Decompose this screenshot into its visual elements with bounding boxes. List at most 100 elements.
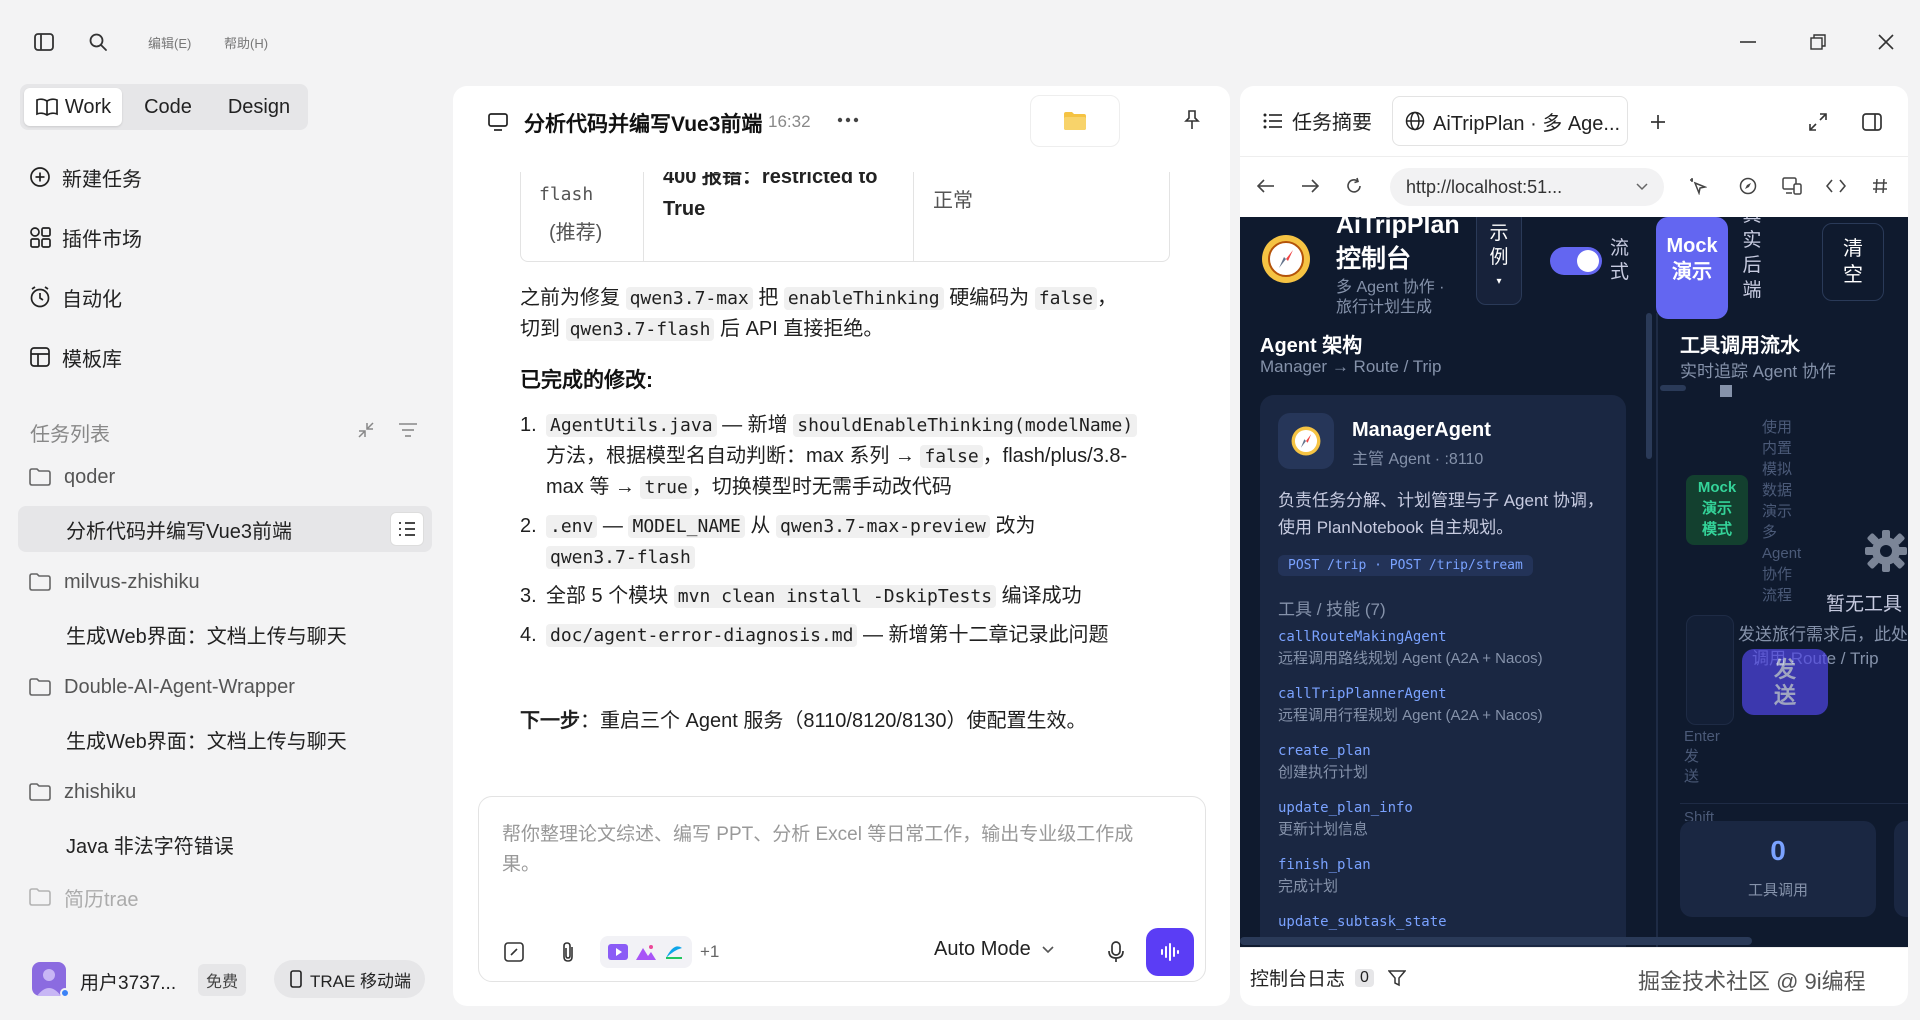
note-line: 协作 xyxy=(1762,566,1793,583)
nav-plugin-market[interactable]: 插件市场 xyxy=(28,222,142,252)
folder-resume-trae[interactable]: 简历trae xyxy=(28,882,138,912)
mode-work[interactable]: Work xyxy=(24,88,122,126)
device-icon[interactable] xyxy=(1780,174,1804,198)
mode-design[interactable]: Design xyxy=(214,88,304,126)
real-char: 实 xyxy=(1742,230,1762,251)
toggle-sidebar-icon[interactable] xyxy=(32,30,56,54)
skill-desc: 远程调用路线规划 Agent (A2A + Nacos) xyxy=(1278,650,1543,667)
text: 从 xyxy=(744,515,776,537)
split-view-icon[interactable] xyxy=(1860,110,1884,134)
book-icon xyxy=(35,95,59,119)
tool-stream-title: 工具调用流水 xyxy=(1680,335,1800,357)
new-tab-icon[interactable] xyxy=(1646,110,1670,134)
pin-icon[interactable] xyxy=(1180,108,1204,132)
folder-double-ai[interactable]: Double-AI-Agent-Wrapper xyxy=(28,672,295,702)
cursor-select-icon[interactable] xyxy=(1686,174,1710,198)
mode-select[interactable]: Auto Mode xyxy=(934,938,1055,961)
folder-zhishiku[interactable]: zhishiku xyxy=(28,777,136,807)
attach-icon[interactable] xyxy=(556,940,580,964)
folder-label: zhishiku xyxy=(64,780,137,803)
folder-qoder[interactable]: qoder xyxy=(28,462,115,492)
back-icon[interactable] xyxy=(1254,174,1278,198)
close-icon[interactable] xyxy=(1874,30,1898,54)
tab-page[interactable]: AiTripPlan · 多 Age... xyxy=(1392,96,1628,146)
table-divider xyxy=(913,172,914,261)
user-name[interactable]: 用户3737... xyxy=(80,968,176,995)
next-step: 下一步：重启三个 Agent 服务（8110/8120/8130）使配置生效。 xyxy=(520,706,1180,736)
task-item[interactable]: 生成Web界面：文档上传与聊天 xyxy=(66,619,347,649)
task-list-title: 任务列表 xyxy=(30,424,110,446)
compass-icon[interactable] xyxy=(1736,174,1760,198)
list-item: 2. .env — MODEL_NAME 从 qwen3.7-max-previ… xyxy=(520,511,1160,573)
folder-icon xyxy=(28,570,52,594)
example-button[interactable]: 示 例 ▾ xyxy=(1476,217,1522,305)
text: 把 xyxy=(758,287,779,309)
plus-count[interactable]: +1 xyxy=(700,942,719,962)
refresh-icon[interactable] xyxy=(1342,174,1366,198)
endpoint-badge: POST /trip · POST /trip/stream xyxy=(1278,555,1533,576)
restore-icon[interactable] xyxy=(1806,30,1830,54)
text: 方法，根据模型名自动判断：max 系列 → xyxy=(546,445,915,467)
inline-code: false xyxy=(1034,287,1097,310)
voice-send-button[interactable] xyxy=(1146,928,1194,976)
nav-automation[interactable]: 自动化 xyxy=(28,282,122,312)
tab-summary[interactable]: 任务摘要 xyxy=(1262,106,1372,135)
table-cell: 正常 xyxy=(933,190,973,212)
send-char: 发 xyxy=(1773,657,1796,682)
tab-summary-label: 任务摘要 xyxy=(1292,112,1372,134)
url-bar[interactable]: http://localhost:51... xyxy=(1390,168,1664,206)
menu-help[interactable]: 帮助(H) xyxy=(224,33,268,52)
message-textarea[interactable] xyxy=(1686,615,1734,725)
message-paragraph: 之前为修复 qwen3.7-max 把 enableThinking 硬编码为 … xyxy=(520,283,1160,345)
folder-label: milvus-zhishiku xyxy=(64,570,200,593)
menu-edit[interactable]: 编辑(E) xyxy=(148,33,191,52)
nav-template-library[interactable]: 模板库 xyxy=(28,342,122,372)
next-step-text: ：重启三个 Agent 服务（8110/8120/8130）使配置生效。 xyxy=(580,710,1087,732)
tool-badges[interactable] xyxy=(600,936,692,968)
filter-icon[interactable] xyxy=(1386,967,1408,989)
agent-card[interactable]: ManagerAgent 主管 Agent · :8110 负责任务分解、计划管… xyxy=(1260,395,1626,947)
list-item: 4. doc/agent-error-diagnosis.md — 新增第十二章… xyxy=(520,620,1160,651)
changes-list: 1. AgentUtils.java — 新增 shouldEnableThin… xyxy=(520,410,1160,659)
clear-button[interactable]: 清 空 xyxy=(1822,223,1884,301)
task-item[interactable]: Java 非法字符错误 xyxy=(66,829,234,859)
mock-demo-button[interactable]: Mock 演示 xyxy=(1656,217,1728,319)
expand-icon[interactable] xyxy=(1806,110,1830,134)
folder-label: qoder xyxy=(64,465,116,488)
note-line: 数据 xyxy=(1762,482,1793,499)
mobile-button[interactable]: TRAE 移动端 xyxy=(274,960,426,998)
code-icon[interactable] xyxy=(1824,174,1848,198)
collapse-icon[interactable] xyxy=(354,418,378,442)
filter-icon[interactable] xyxy=(396,418,420,442)
mode-code[interactable]: Code xyxy=(128,88,208,126)
forward-icon[interactable] xyxy=(1298,174,1322,198)
nav-new-task[interactable]: 新建任务 xyxy=(28,162,142,192)
task-outline-icon[interactable] xyxy=(390,512,424,546)
stream-char: 式 xyxy=(1610,262,1630,283)
search-icon[interactable] xyxy=(86,30,110,54)
folder-open-button[interactable] xyxy=(1030,95,1120,147)
note-line: 演示 xyxy=(1762,503,1793,520)
send-button[interactable]: 发 送 xyxy=(1742,649,1828,715)
task-item[interactable]: 生成Web界面：文档上传与聊天 xyxy=(66,724,347,754)
console-toggle[interactable]: 控制台日志 0 xyxy=(1250,964,1408,991)
chat-input[interactable]: 帮你整理论文综述、编写 PPT、分析 Excel 等日常工作，输出专业级工作成果… xyxy=(502,820,1162,880)
folder-label: Double-AI-Agent-Wrapper xyxy=(64,675,295,698)
more-icon[interactable] xyxy=(834,108,862,132)
tool-scroll-thumb[interactable] xyxy=(1720,385,1732,397)
edit-icon[interactable] xyxy=(502,940,526,964)
horizontal-scrollbar[interactable] xyxy=(1240,937,1752,945)
left-scrollbar[interactable] xyxy=(1646,313,1652,459)
minimize-icon[interactable] xyxy=(1736,30,1760,54)
stream-toggle[interactable] xyxy=(1550,247,1602,275)
mic-icon[interactable] xyxy=(1104,940,1128,964)
image-tool-icon xyxy=(636,944,656,960)
template-icon xyxy=(28,345,52,369)
note-line: 多 xyxy=(1762,524,1778,541)
hash-icon[interactable] xyxy=(1868,174,1892,198)
url-text: http://localhost:51... xyxy=(1406,176,1563,197)
arch-title: Agent 架构 xyxy=(1260,335,1363,357)
mode-select-label: Auto Mode xyxy=(934,938,1031,960)
real-backend-button[interactable]: 真 实 后 端 xyxy=(1730,217,1774,313)
folder-milvus[interactable]: milvus-zhishiku xyxy=(28,567,200,597)
